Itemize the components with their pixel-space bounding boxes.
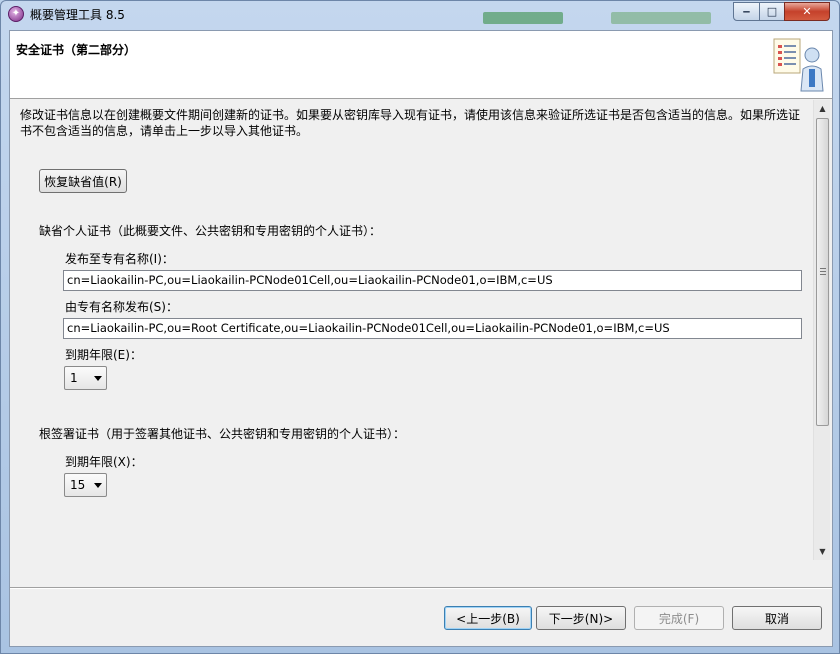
finish-button[interactable]: 完成(F) (634, 606, 724, 630)
back-button[interactable]: <上一步(B) (444, 606, 532, 630)
close-button[interactable]: ✕ (784, 2, 830, 21)
scroll-grip (820, 274, 826, 275)
chevron-down-icon (94, 376, 102, 381)
root-expiration-value: 15 (70, 478, 86, 492)
issued-by-label: 由专有名称发布(S)： (65, 300, 178, 314)
scroll-thumb[interactable] (816, 118, 829, 426)
root-cert-section-label: 根签署证书（用于签署其他证书、公共密钥和专用密钥的个人证书）： (39, 427, 406, 441)
wizard-content: 修改证书信息以在创建概要文件期间创建新的证书。如果要从密钥库导入现有证书，请使用… (10, 100, 826, 560)
page-description: 修改证书信息以在创建概要文件期间创建新的证书。如果要从密钥库导入现有证书，请使用… (20, 108, 801, 138)
vertical-scrollbar[interactable]: ▲ ▼ (813, 100, 830, 560)
wizard-user-document-icon (773, 38, 824, 92)
titlebar-background-blur (611, 12, 711, 24)
personal-cert-section-label: 缺省个人证书（此概要文件、公共密钥和专用密钥的个人证书）： (39, 224, 382, 238)
restore-defaults-button[interactable]: 恢复缺省值(R) (39, 169, 127, 193)
root-expiration-select[interactable]: 15 (64, 473, 107, 497)
wizard-window: ✦ 概要管理工具 8.5 ‒ □ ✕ 安全证书（第二部分） 修改证书信息以在创建… (0, 0, 840, 654)
personal-expiration-select[interactable]: 1 (64, 366, 107, 390)
wizard-client-area: 安全证书（第二部分） 修改证书信息以在创建概要文件期间创建新的证书。如果要从密钥… (9, 30, 833, 647)
scroll-grip (820, 268, 826, 269)
minimize-button[interactable]: ‒ (733, 2, 760, 21)
window-title: 概要管理工具 8.5 (30, 8, 125, 22)
personal-expiration-value: 1 (70, 371, 78, 385)
issued-to-label: 发布至专有名称(I)： (65, 252, 174, 266)
titlebar-background-blur (483, 12, 563, 24)
personal-expiration-label: 到期年限(E)： (65, 348, 142, 362)
chevron-down-icon (94, 483, 102, 488)
next-button[interactable]: 下一步(N)> (536, 606, 626, 630)
app-icon: ✦ (8, 6, 24, 22)
issued-to-field[interactable]: cn=Liaokailin-PC,ou=Liaokailin-PCNode01C… (63, 270, 802, 291)
scroll-down-arrow-icon[interactable]: ▼ (814, 543, 831, 560)
scroll-grip (820, 271, 826, 272)
root-expiration-label: 到期年限(X)： (65, 455, 143, 469)
title-bar[interactable]: ✦ 概要管理工具 8.5 ‒ □ ✕ (1, 1, 839, 28)
cancel-button[interactable]: 取消 (732, 606, 822, 630)
issued-by-field[interactable]: cn=Liaokailin-PC,ou=Root Certificate,ou=… (63, 318, 802, 339)
wizard-header: 安全证书（第二部分） (10, 31, 832, 99)
maximize-button[interactable]: □ (759, 2, 785, 21)
page-title: 安全证书（第二部分） (16, 43, 137, 57)
footer-divider-highlight (10, 588, 832, 589)
scroll-up-arrow-icon[interactable]: ▲ (814, 100, 831, 117)
